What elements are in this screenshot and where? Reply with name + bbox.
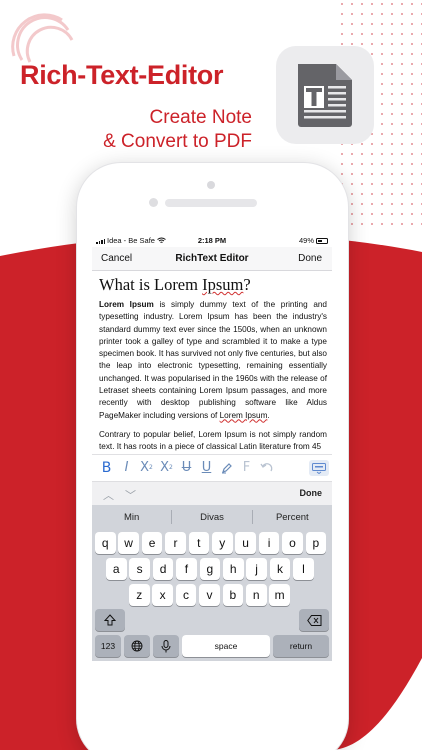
- promo-title: Rich-Text-Editor: [20, 60, 224, 90]
- globe-key[interactable]: [124, 635, 150, 657]
- microphone-key[interactable]: [153, 635, 179, 657]
- suggestion-item[interactable]: Percent: [253, 512, 332, 523]
- promo-subtitle-line2: & Convert to PDF: [103, 131, 252, 152]
- key-b[interactable]: b: [222, 584, 244, 606]
- key-x[interactable]: x: [152, 584, 173, 606]
- phone-camera: [207, 181, 215, 189]
- format-toolbar: B I X2 X2 U U F: [92, 454, 332, 480]
- undo-button[interactable]: [258, 458, 275, 478]
- key-v[interactable]: v: [199, 584, 220, 606]
- italic-label: I: [124, 460, 129, 475]
- key-a[interactable]: a: [106, 558, 127, 580]
- phone-speaker: [165, 199, 257, 207]
- microphone-icon: [161, 639, 171, 652]
- key-h[interactable]: h: [223, 558, 244, 580]
- key-g[interactable]: g: [199, 558, 221, 580]
- app-icon: [276, 46, 374, 144]
- phone-screen: Idea - Be Safe 2:18 PM 49% Cancel RichTe…: [92, 233, 332, 661]
- highlight-button[interactable]: [218, 458, 235, 478]
- accessory-done-button[interactable]: Done: [300, 488, 323, 498]
- underline-label: U: [201, 460, 212, 475]
- key-r[interactable]: r: [165, 532, 186, 554]
- paragraph-1-end: .: [267, 410, 270, 420]
- globe-icon: [131, 640, 143, 652]
- font-button[interactable]: F: [238, 458, 255, 478]
- paragraph-1: Lorem Ipsum is simply dummy text of the …: [99, 299, 327, 422]
- space-key[interactable]: space: [182, 635, 270, 657]
- strikethrough-label: U: [181, 460, 192, 475]
- key-z[interactable]: z: [129, 584, 150, 606]
- key-y[interactable]: y: [212, 532, 233, 554]
- key-o[interactable]: o: [282, 532, 303, 554]
- next-field-icon[interactable]: ﹀: [125, 487, 136, 503]
- done-button[interactable]: Done: [298, 253, 322, 264]
- document-title: What is Lorem Ipsum?: [99, 275, 327, 297]
- editor-content[interactable]: What is Lorem Ipsum? Lorem Ipsum is simp…: [99, 272, 327, 454]
- key-i[interactable]: i: [258, 532, 280, 554]
- subscript-button[interactable]: X2: [138, 458, 155, 478]
- superscript-button[interactable]: X2: [158, 458, 175, 478]
- shift-icon: [104, 614, 116, 626]
- superscript-mark: 2: [169, 464, 173, 471]
- paragraph-2: Contrary to popular belief, Lorem Ipsum …: [99, 429, 327, 452]
- highlighter-icon: [221, 462, 232, 473]
- underline-button[interactable]: U: [198, 458, 215, 478]
- key-p[interactable]: p: [305, 532, 327, 554]
- superscript-label: X: [160, 460, 170, 475]
- key-d[interactable]: d: [152, 558, 174, 580]
- subscript-label: X: [140, 460, 150, 475]
- keyboard-toggle-button[interactable]: [309, 460, 329, 476]
- battery-icon: [316, 237, 328, 244]
- strikethrough-button[interactable]: U: [178, 458, 195, 478]
- key-u[interactable]: u: [235, 532, 256, 554]
- suggestion-item[interactable]: Divas: [172, 512, 251, 523]
- document-T-icon: [298, 64, 352, 127]
- italic-button[interactable]: I: [118, 458, 135, 478]
- backspace-icon: [306, 614, 321, 626]
- status-right: 49%: [299, 236, 328, 245]
- key-w[interactable]: w: [118, 532, 139, 554]
- key-j[interactable]: j: [246, 558, 267, 580]
- key-c[interactable]: c: [175, 584, 197, 606]
- previous-field-icon[interactable]: ︿: [103, 487, 114, 503]
- font-label: F: [242, 460, 251, 475]
- title-text: What is Lorem: [99, 275, 203, 294]
- undo-icon: [260, 462, 273, 471]
- title-misspelled-word: Ipsum: [202, 275, 244, 294]
- paragraph-1-text: is simply dummy text of the printing and…: [99, 300, 327, 420]
- key-m[interactable]: m: [269, 584, 290, 606]
- key-e[interactable]: e: [141, 532, 163, 554]
- phone-front-camera: [149, 198, 158, 207]
- navigation-bar: Cancel RichText Editor Done: [92, 247, 332, 271]
- return-key[interactable]: return: [273, 635, 329, 657]
- decorative-arcs: [11, 13, 74, 63]
- keyboard-icon: [312, 462, 326, 474]
- nav-title: RichText Editor: [175, 253, 249, 264]
- title-suffix: ?: [243, 275, 251, 294]
- paragraph-1-bold: Lorem Ipsum: [99, 300, 154, 309]
- keyboard: Min Divas Percent 123 space return qwert…: [92, 505, 332, 661]
- key-l[interactable]: l: [293, 558, 314, 580]
- bold-label: B: [101, 459, 112, 476]
- numbers-key[interactable]: 123: [95, 635, 121, 657]
- suggestion-item[interactable]: Min: [92, 512, 171, 523]
- promo-subtitle-line1: Create Note: [149, 107, 252, 128]
- key-t[interactable]: t: [188, 532, 210, 554]
- key-k[interactable]: k: [269, 558, 291, 580]
- key-f[interactable]: f: [176, 558, 197, 580]
- bold-button[interactable]: B: [98, 458, 115, 478]
- suggestion-bar: Min Divas Percent: [92, 505, 332, 529]
- key-n[interactable]: n: [246, 584, 267, 606]
- key-s[interactable]: s: [129, 558, 150, 580]
- keyboard-accessory-bar: ︿ ﹀ Done: [92, 481, 332, 505]
- paragraph-1-underlined: Lorem Ipsum: [219, 410, 268, 420]
- status-bar: Idea - Be Safe 2:18 PM 49%: [92, 233, 332, 247]
- battery-percent: 49%: [298, 236, 314, 245]
- backspace-key[interactable]: [299, 609, 329, 631]
- subscript-mark: 2: [149, 464, 153, 471]
- shift-key[interactable]: [95, 609, 125, 631]
- status-time: 2:18 PM: [197, 236, 227, 245]
- key-q[interactable]: q: [95, 532, 116, 554]
